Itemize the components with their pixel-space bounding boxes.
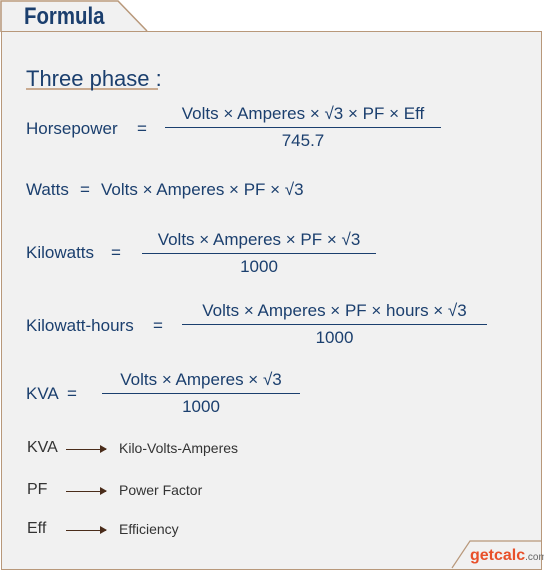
logo-suffix: .com (525, 552, 544, 563)
equals-sign: = (137, 119, 147, 138)
section-heading: Three phase : (26, 66, 162, 91)
denominator: 745.7 (281, 131, 325, 150)
horsepower-label: Horsepower (26, 119, 118, 138)
arrow-right-icon (66, 445, 107, 453)
kilowatts-fraction: Volts × Amperes × PF × √3 1000 (142, 230, 376, 277)
kva-label: KVA (26, 384, 59, 403)
legend-meaning-pf: Power Factor (119, 482, 203, 498)
equals-sign: = (111, 243, 121, 262)
kilowatt-hours-label: Kilowatt-hours (26, 316, 134, 335)
watts-label: Watts (26, 180, 69, 199)
legend-meaning-kva: Kilo-Volts-Amperes (119, 440, 239, 456)
legend-abbr-eff: Eff (27, 520, 47, 537)
equals-sign: = (153, 316, 163, 335)
kilowatts-label: Kilowatts (26, 243, 95, 262)
numerator: Volts × Amperes × √3 × PF × Eff (165, 104, 441, 128)
header-title: Formula (24, 3, 105, 30)
legend-abbr-kva: KVA (27, 439, 58, 456)
numerator: Volts × Amperes × PF × hours × √3 (182, 301, 487, 325)
numerator: Volts × Amperes × PF × √3 (142, 230, 376, 254)
equals-sign: = (67, 384, 77, 403)
denominator: 1000 (182, 397, 220, 416)
getcalc-logo[interactable]: getcalc.com (470, 547, 544, 565)
logo-text: getcalc (470, 547, 526, 564)
arrow-right-icon (66, 526, 107, 534)
legend-meaning-eff: Efficiency (119, 521, 179, 537)
numerator: Volts × Amperes × √3 (102, 370, 300, 394)
legend-abbr-pf: PF (27, 481, 48, 498)
kva-fraction: Volts × Amperes × √3 1000 (102, 370, 300, 417)
arrow-right-icon (66, 487, 107, 495)
watts-expression: Volts × Amperes × PF × √3 (101, 180, 304, 199)
denominator: 1000 (315, 328, 354, 347)
kilowatt-hours-fraction: Volts × Amperes × PF × hours × √3 1000 (182, 301, 487, 348)
horsepower-fraction: Volts × Amperes × √3 × PF × Eff 745.7 (165, 104, 441, 151)
denominator: 1000 (240, 257, 278, 276)
equals-sign: = (80, 180, 90, 199)
